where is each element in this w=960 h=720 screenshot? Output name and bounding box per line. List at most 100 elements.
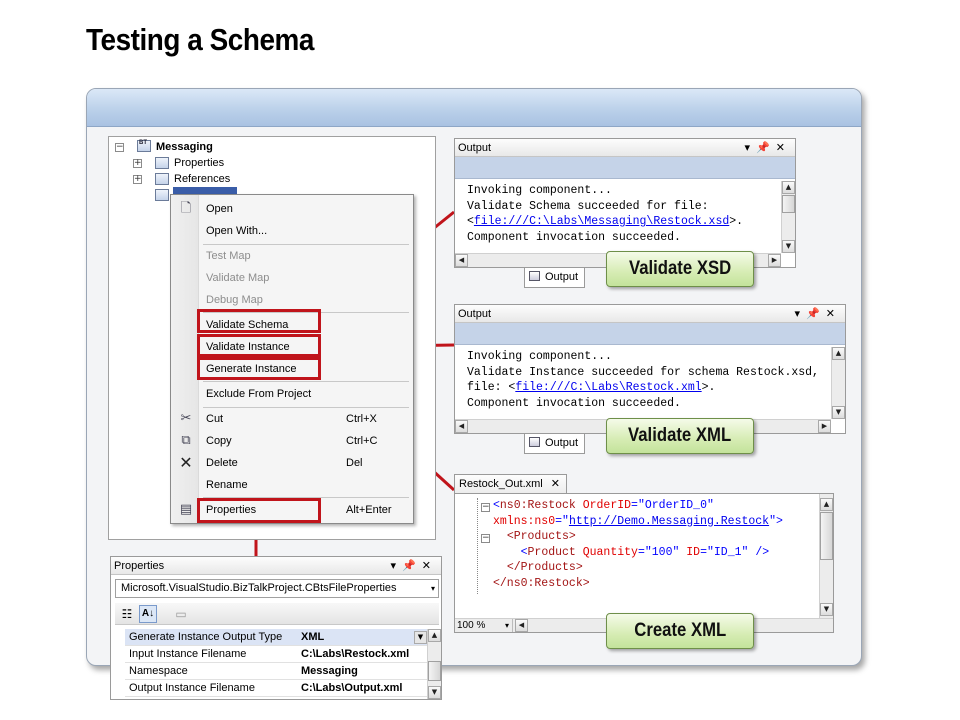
menu-item-rename[interactable]: Rename <box>206 477 248 493</box>
dropdown-arrow-icon[interactable]: ▾ <box>391 559 403 572</box>
namespace-link[interactable]: http://Demo.Messaging.Restock <box>569 515 769 528</box>
copy-icon: ⧉ <box>181 433 191 448</box>
menu-item-debug-map[interactable]: Debug Map <box>206 292 263 308</box>
open-file-icon: 🗋 <box>180 201 192 216</box>
output-line: Validate Instance succeeded for schema R… <box>467 365 819 379</box>
scroll-down-icon[interactable]: ▼ <box>428 686 441 699</box>
scroll-up-icon[interactable]: ▲ <box>832 347 845 360</box>
dropdown-arrow-icon[interactable]: ▼ <box>414 631 427 644</box>
highlight-generate-instance <box>197 357 321 380</box>
scroll-up-icon[interactable]: ▲ <box>820 498 833 511</box>
property-row[interactable]: Namespace Messaging <box>125 663 429 680</box>
properties-folder-icon <box>155 157 169 169</box>
expand-icon[interactable]: + <box>133 175 142 184</box>
output-line: Invoking component... <box>467 350 612 363</box>
property-row[interactable]: Output Instance Filename C:\Labs\Output.x… <box>125 680 429 697</box>
xml-file-link[interactable]: file:///C:\Labs\Restock.xml <box>515 381 701 394</box>
xml-editor[interactable]: − − <ns0:Restock OrderID="OrderID_0" xmln… <box>454 493 834 633</box>
property-row[interactable]: Input Instance Filename C:\Labs\Restock.x… <box>125 646 429 663</box>
shortcut-cut: Ctrl+X <box>346 413 377 425</box>
biztalk-project-icon: BT <box>137 140 151 152</box>
menu-item-cut[interactable]: Cut <box>206 411 223 427</box>
alphabetical-sort-icon[interactable]: A↓ <box>139 605 157 623</box>
properties-icon: ▤ <box>179 502 193 517</box>
xsd-file-link[interactable]: file:///C:\Labs\Messaging\Restock.xsd <box>474 215 729 228</box>
pin-icon[interactable]: 📌 <box>806 307 826 320</box>
property-pages-icon[interactable]: ▭ <box>173 606 189 622</box>
scroll-down-icon[interactable]: ▼ <box>832 406 845 419</box>
tree-item-references[interactable]: References <box>174 171 230 187</box>
menu-item-copy[interactable]: Copy <box>206 433 232 449</box>
collapse-icon[interactable]: − <box>481 503 490 512</box>
close-icon[interactable]: ✕ <box>776 141 791 154</box>
scroll-up-icon[interactable]: ▲ <box>428 629 441 642</box>
properties-window: Properties ▾📌✕ Microsoft.VisualStudio.Bi… <box>110 556 442 700</box>
vertical-scrollbar[interactable]: ▲ ▼ <box>781 181 795 253</box>
collapse-icon[interactable]: − <box>115 143 124 152</box>
menu-separator <box>203 407 409 408</box>
menu-item-exclude-from-project[interactable]: Exclude From Project <box>206 386 311 402</box>
pin-icon[interactable]: 📌 <box>402 559 422 572</box>
window-controls[interactable]: ▾📌✕ <box>745 139 791 157</box>
menu-item-delete[interactable]: Delete <box>206 455 238 471</box>
xml-attr: ID <box>679 545 701 559</box>
collapse-icon[interactable]: − <box>481 534 490 543</box>
dropdown-arrow-icon[interactable]: ▾ <box>505 619 509 632</box>
scroll-down-icon[interactable]: ▼ <box>782 240 795 253</box>
menu-item-open[interactable]: Open <box>206 201 233 217</box>
vertical-scrollbar[interactable]: ▲ ▼ <box>831 347 845 419</box>
scroll-thumb[interactable] <box>782 195 795 213</box>
output-tab-label: Output <box>545 271 579 283</box>
menu-item-open-with[interactable]: Open With... <box>206 223 267 239</box>
callout-label: Create XML <box>634 620 726 641</box>
tree-root-messaging[interactable]: Messaging <box>156 139 213 155</box>
vertical-scrollbar[interactable]: ▲ ▼ <box>427 629 441 699</box>
menu-item-test-map[interactable]: Test Map <box>206 248 251 264</box>
close-icon[interactable]: ✕ <box>826 307 841 320</box>
xml-value: "100" <box>644 545 680 559</box>
output-line: <file:///C:\Labs\Messaging\Restock.xsd>. <box>467 214 743 230</box>
property-name: Input Instance Filename <box>129 648 247 660</box>
outline-guide <box>477 498 478 594</box>
output-toolbar <box>455 323 845 345</box>
xml-line: </ns0:Restock> <box>493 576 783 592</box>
menu-item-validate-map[interactable]: Validate Map <box>206 270 269 286</box>
scissors-icon: ✂ <box>180 411 192 426</box>
scroll-up-icon[interactable]: ▲ <box>782 181 795 194</box>
scroll-right-icon[interactable]: ▶ <box>818 420 831 433</box>
callout-validate-xsd: Validate XSD <box>606 251 754 287</box>
vertical-scrollbar[interactable]: ▲ ▼ <box>819 494 833 618</box>
delete-x-icon: ✕ <box>179 453 193 472</box>
editor-tab-restock-out[interactable]: Restock_Out.xml ✕ <box>454 474 567 494</box>
close-icon[interactable]: ✕ <box>551 477 560 490</box>
output-line-text: >. <box>729 215 744 228</box>
tree-item-properties[interactable]: Properties <box>174 155 224 171</box>
dropdown-arrow-icon[interactable]: ▾ <box>795 307 807 320</box>
expand-icon[interactable]: + <box>133 159 142 168</box>
scroll-thumb[interactable] <box>820 512 833 560</box>
output-tab-2[interactable]: Output <box>524 434 586 454</box>
xml-code: <ns0:Restock OrderID="OrderID_0" xmlns:ns… <box>493 498 783 591</box>
scroll-right-icon[interactable]: ▶ <box>768 254 781 267</box>
property-row[interactable]: Generate Instance Output Type XML ▼ <box>125 629 429 646</box>
output-tab-1[interactable]: Output <box>524 268 586 288</box>
close-icon[interactable]: ✕ <box>422 559 437 572</box>
scroll-left-icon[interactable]: ◀ <box>455 254 468 267</box>
shortcut-properties: Alt+Enter <box>346 504 392 516</box>
xml-tag: </Products> <box>506 561 583 574</box>
window-controls[interactable]: ▾📌✕ <box>391 557 437 575</box>
pin-icon[interactable]: 📌 <box>756 141 776 154</box>
references-folder-icon <box>155 173 169 185</box>
window-controls[interactable]: ▾📌✕ <box>795 305 841 323</box>
scroll-thumb[interactable] <box>428 661 441 681</box>
dropdown-arrow-icon[interactable]: ▾ <box>745 141 757 154</box>
scroll-left-icon[interactable]: ◀ <box>455 420 468 433</box>
dropdown-arrow-icon[interactable]: ▾ <box>431 580 435 597</box>
categorized-icon[interactable]: ☷ <box>119 606 135 622</box>
scroll-left-icon[interactable]: ◀ <box>515 619 528 632</box>
object-selector[interactable]: Microsoft.VisualStudio.BizTalkProject.CB… <box>115 579 439 598</box>
zoom-dropdown[interactable]: 100 % ▾ <box>457 619 513 632</box>
scroll-down-icon[interactable]: ▼ <box>820 603 833 616</box>
xml-line: xmlns:ns0="http://Demo.Messaging.Restock… <box>493 514 783 530</box>
output-window-icon <box>529 271 540 281</box>
